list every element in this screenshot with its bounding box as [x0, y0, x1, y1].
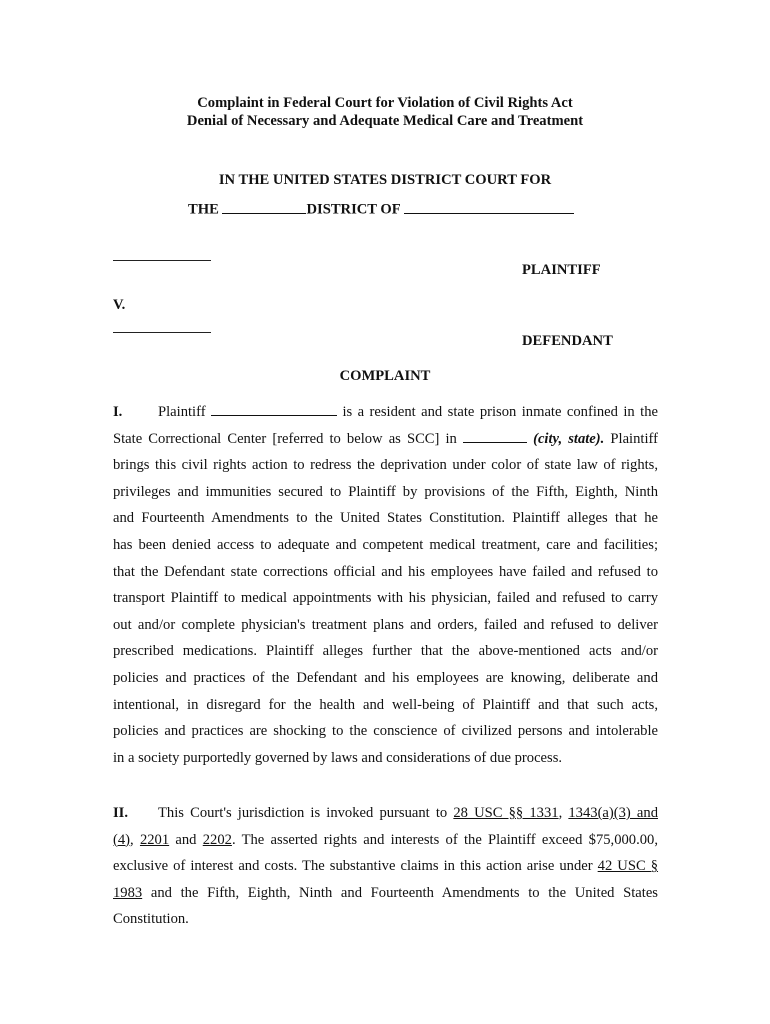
text: This Court's jurisdiction is invoked pur… [158, 805, 448, 821]
section-2-line: (4), 2201 and 2202. The asserted rights … [113, 827, 658, 854]
section-1-line: policies and practices are shocking to t… [113, 723, 658, 740]
district-prefix: THE [188, 201, 219, 218]
court-name: IN THE UNITED STATES DISTRICT COURT FOR [218, 172, 552, 188]
text: Plaintiff [158, 404, 206, 420]
section-1-line: State Correctional Center [referred to b… [113, 426, 658, 453]
section-2-line: exclusive of interest and costs. The sub… [113, 853, 658, 880]
section-1-line: I. Plaintiff is a resident and state pris… [113, 399, 658, 426]
plaintiff-blank[interactable] [211, 400, 338, 416]
section-number: II. [113, 805, 129, 821]
section-1-line: out and/or complete physician's treatmen… [113, 616, 658, 633]
state-blank[interactable] [403, 198, 574, 214]
plaintiff-label: PLAINTIFF [522, 262, 601, 278]
text: and the Fifth, Eighth, Ninth and Fourtee… [150, 884, 658, 901]
city-state-hint: (city, state). [533, 430, 605, 447]
section-2-line: II. This Court's jurisdiction is invoked … [113, 800, 658, 827]
citation-link[interactable]: (4) [113, 832, 130, 848]
section-2-line: 1983 and the Fifth, Eighth, Ninth and Fo… [113, 880, 658, 907]
section-1-line: intentional, in disregard for the health… [113, 696, 658, 713]
citation-link[interactable]: 2202 [203, 832, 232, 848]
section-1-line: privileges and immunities secured to Pla… [113, 483, 658, 500]
defendant-name-blank[interactable] [113, 332, 211, 333]
section-1-line: brings this civil rights action to redre… [113, 457, 658, 474]
text: and [175, 831, 197, 848]
versus-label: V. [113, 297, 126, 313]
document-title: Complaint in Federal Court for Violation… [0, 94, 770, 130]
text: Plaintiff [610, 430, 658, 447]
citation-link[interactable]: 42 USC § [598, 858, 658, 874]
section-number: I. [113, 404, 123, 420]
text: is a resident and state prison inmate co… [342, 404, 658, 420]
complaint-heading: COMPLAINT [339, 368, 431, 384]
section-1-line: transport Plaintiff to medical appointme… [113, 590, 658, 607]
text: , [130, 831, 134, 848]
text: State Correctional Center [referred to b… [113, 430, 457, 447]
section-1-line: in a society purportedly governed by law… [113, 749, 563, 766]
text: . The asserted rights and interests of t… [231, 831, 658, 848]
section-2-line: Constitution. [113, 911, 189, 928]
citation-link[interactable]: 1343(a)(3) and [568, 805, 658, 821]
citation-link[interactable]: 2201 [140, 832, 169, 848]
document-page: Complaint in Federal Court for Violation… [0, 0, 770, 1024]
district-of-label: DISTRICT OF [306, 201, 401, 218]
district-blank[interactable] [222, 198, 307, 214]
defendant-label: DEFENDANT [522, 333, 613, 349]
section-1-line: that the Defendant state corrections off… [113, 563, 658, 580]
city-state-blank[interactable] [462, 427, 527, 443]
title-line-1: Complaint in Federal Court for Violation… [197, 95, 573, 111]
district-line: THE DISTRICT OF [188, 198, 574, 219]
citation-link[interactable]: 28 USC §§ 1331 [453, 805, 558, 821]
section-2: II. This Court's jurisdiction is invoked … [113, 800, 658, 933]
section-1-line: and Fourteenth Amendments to the United … [113, 510, 658, 527]
section-1: I. Plaintiff is a resident and state pris… [113, 399, 658, 771]
plaintiff-name-blank[interactable] [113, 260, 211, 261]
section-1-line: has been denied access to adequate and c… [113, 536, 658, 553]
section-1-line: prescribed medications. Plaintiff allege… [113, 643, 658, 660]
text: exclusive of interest and costs. The sub… [113, 858, 593, 875]
citation-link[interactable]: 1983 [113, 885, 142, 901]
section-1-line: policies and practices of the Defendant … [113, 669, 658, 686]
text: , [558, 805, 563, 821]
title-line-2: Denial of Necessary and Adequate Medical… [186, 113, 584, 129]
